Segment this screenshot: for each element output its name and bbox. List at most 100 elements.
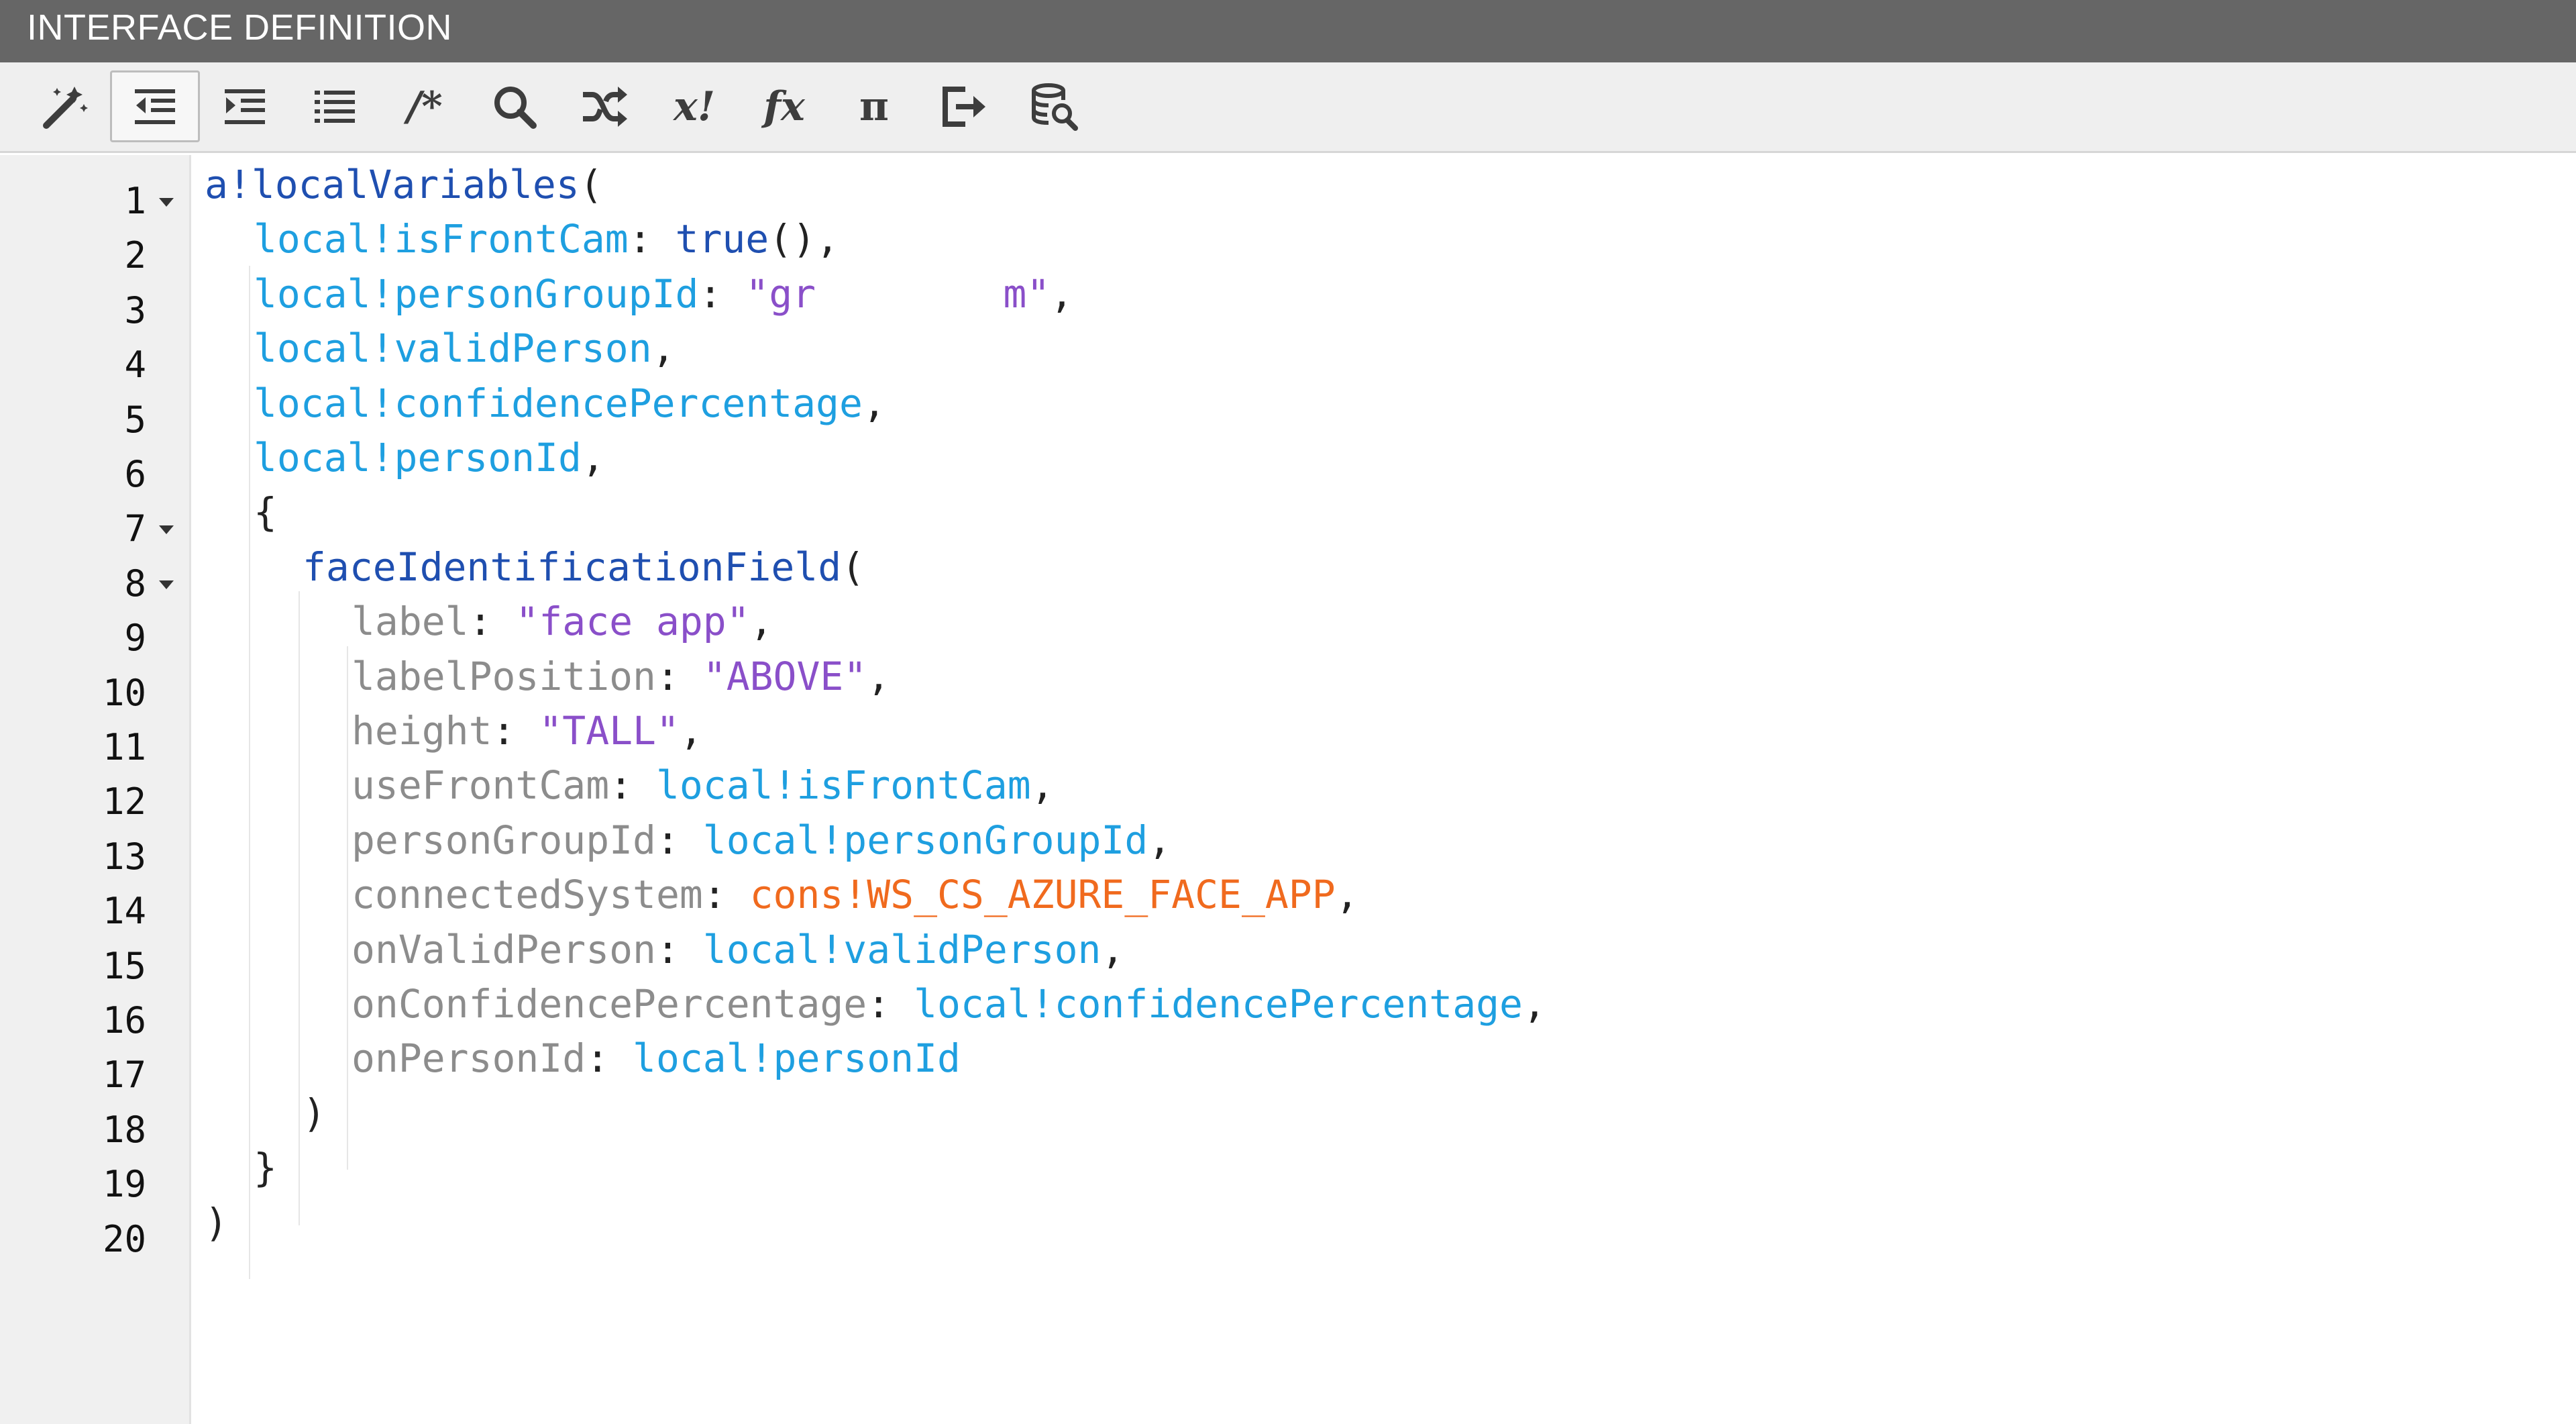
code-line[interactable]: { [254, 489, 277, 543]
line-number-row: 1 [0, 174, 191, 228]
code-token-key: personGroupId [352, 817, 656, 863]
fold-toggle-icon[interactable] [159, 198, 174, 207]
code-token-var: local!validPerson [702, 926, 1102, 972]
code-token-punc: , [679, 708, 703, 754]
shuffle-icon [579, 81, 630, 132]
code-token-var: local!personGroupId [702, 817, 1148, 863]
line-number-row: 14 [0, 884, 191, 938]
code-line[interactable]: height: "TALL", [352, 707, 703, 762]
line-number-row: 20 [0, 1212, 191, 1266]
code-token-cons: cons!WS_CS_AZURE_FACE_APP [749, 872, 1336, 918]
panel-title: INTERFACE DEFINITION [0, 0, 2576, 62]
code-token-punc: ( [841, 544, 865, 590]
code-line[interactable]: onValidPerson: local!validPerson, [352, 926, 1124, 980]
code-token-var: local!validPerson [254, 325, 652, 372]
code-token-punc: : [655, 926, 703, 972]
indent-button[interactable] [200, 70, 290, 142]
code-token-key: connectedSystem [352, 872, 703, 918]
code-line[interactable]: personGroupId: local!personGroupId, [352, 817, 1171, 871]
code-token-punc: , [1148, 817, 1172, 863]
fold-toggle-icon[interactable] [159, 580, 174, 589]
editor-toolbar: /* x! fx π [0, 62, 2576, 153]
code-line[interactable]: labelPosition: "ABOVE", [352, 653, 890, 707]
code-line[interactable]: connectedSystem: cons!WS_CS_AZURE_FACE_A… [352, 871, 1359, 925]
code-token-var: local!confidencePercentage [914, 981, 1523, 1027]
variable-button[interactable]: x! [649, 70, 739, 142]
code-token-punc: : [867, 981, 914, 1027]
code-token-key: label [352, 599, 469, 645]
indent-guide [347, 646, 348, 1170]
code-line[interactable]: onConfidencePercentage: local!confidence… [352, 980, 1546, 1035]
code-token-fn: faceIdentificationField [303, 544, 842, 590]
code-line[interactable]: local!validPerson, [254, 325, 676, 379]
code-line[interactable]: onPersonId: local!personId [352, 1035, 961, 1089]
line-number: 17 [102, 1054, 146, 1097]
fold-toggle-icon[interactable] [159, 525, 174, 535]
code-line[interactable]: useFrontCam: local!isFrontCam, [352, 762, 1055, 816]
constant-button[interactable]: π [829, 70, 919, 142]
code-token-fn: a!localVariables [205, 162, 580, 207]
code-token-key: useFrontCam [352, 762, 610, 809]
line-number: 3 [124, 289, 146, 332]
shuffle-button[interactable] [559, 70, 649, 142]
line-number: 12 [102, 780, 146, 823]
comment-button[interactable]: /* [380, 70, 470, 142]
code-token-key: onConfidencePercentage [352, 981, 867, 1027]
code-token-str: "TALL" [539, 708, 680, 754]
line-number-row: 18 [0, 1103, 191, 1157]
code-line[interactable]: faceIdentificationField( [303, 544, 865, 598]
code-token-punc: : [698, 270, 746, 317]
code-token-var: local!isFrontCam [655, 762, 1031, 809]
code-line[interactable]: local!isFrontCam: true(), [254, 215, 839, 270]
code-token-punc: (), [769, 216, 839, 262]
code-line[interactable]: } [254, 1144, 277, 1199]
database-search-button[interactable] [1009, 70, 1099, 142]
export-button[interactable] [919, 70, 1009, 142]
code-token-punc: ) [205, 1199, 228, 1245]
line-number-row: 6 [0, 447, 191, 501]
code-token-var: local!personGroupId [254, 270, 699, 317]
line-number-row: 15 [0, 939, 191, 993]
line-number: 19 [102, 1163, 146, 1206]
code-editor[interactable]: a!localVariables(local!isFrontCam: true(… [205, 155, 2553, 1424]
interface-definition-panel: INTERFACE DEFINITION /* x! fx π 1 2 3 4 … [0, 0, 2576, 1424]
format-button[interactable] [20, 70, 110, 142]
code-token-punc: ( [579, 162, 603, 207]
function-button[interactable]: fx [739, 70, 829, 142]
line-number: 13 [102, 835, 146, 878]
code-line[interactable]: label: "face app", [352, 598, 773, 652]
code-token-punc: : [702, 872, 750, 918]
line-number-row: 7 [0, 501, 191, 556]
code-token-punc: , [581, 435, 605, 480]
line-numbers-button[interactable] [290, 70, 380, 142]
code-token-punc: : [586, 1035, 633, 1082]
outdent-button[interactable] [110, 70, 200, 142]
line-number-row: 3 [0, 283, 191, 338]
indent-icon [221, 83, 269, 131]
line-number-row: 12 [0, 774, 191, 829]
code-token-fn: true [675, 216, 769, 262]
code-line[interactable]: ) [205, 1199, 228, 1254]
line-number: 6 [124, 453, 146, 495]
export-icon [938, 81, 989, 132]
line-number-row: 9 [0, 611, 191, 665]
code-line[interactable]: local!personGroupId: "gr m", [254, 270, 1073, 325]
code-line[interactable]: local!confidencePercentage, [254, 380, 886, 434]
code-token-key: onValidPerson [352, 926, 656, 972]
line-number-gutter: 1 2 3 4 5 6 7 8 9 10 11 12 13 14 15 16 17 18 19 20 [0, 155, 191, 1424]
search-button[interactable] [470, 70, 559, 142]
code-line[interactable]: a!localVariables( [205, 161, 603, 215]
line-number: 9 [124, 617, 146, 660]
code-token-punc: { [254, 489, 277, 536]
line-number: 11 [102, 726, 146, 768]
code-token-punc: : [609, 762, 656, 809]
code-line[interactable]: ) [303, 1090, 326, 1144]
line-number: 18 [102, 1108, 146, 1151]
search-icon [490, 83, 539, 131]
line-number-row: 2 [0, 228, 191, 283]
line-number: 1 [124, 180, 146, 222]
code-token-punc: , [651, 325, 676, 372]
code-line[interactable]: local!personId, [254, 434, 605, 489]
list-icon [311, 83, 359, 131]
code-token-var: local!isFrontCam [254, 216, 629, 262]
